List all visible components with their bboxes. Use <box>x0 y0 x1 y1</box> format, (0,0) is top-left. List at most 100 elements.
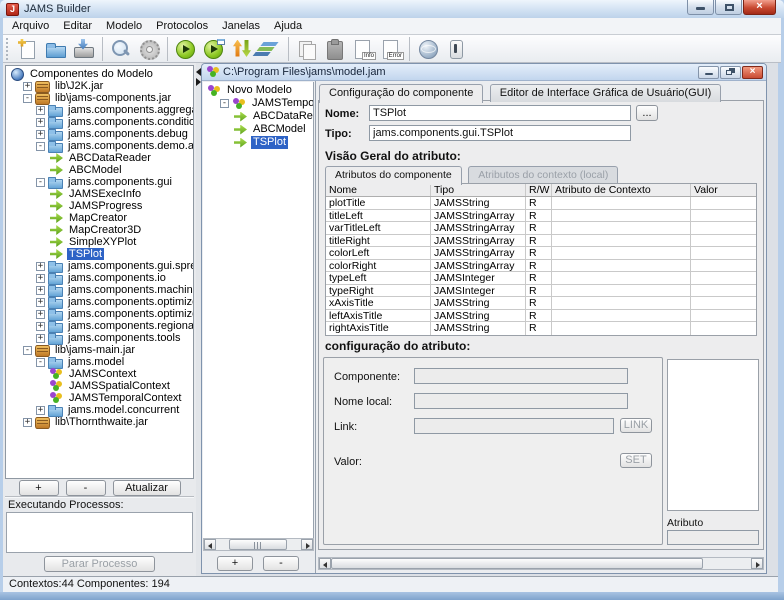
library-item-abcmodel[interactable]: ABCModel <box>6 164 193 176</box>
library-item-jams-components-demo-abc[interactable]: -jams.components.demo.abc <box>6 140 193 152</box>
value-list-box[interactable] <box>667 359 759 511</box>
browse-button[interactable]: ... <box>636 105 658 121</box>
link-field[interactable] <box>414 418 614 434</box>
refresh-button[interactable]: Atualizar <box>113 480 181 496</box>
tree-toggle-expand-icon[interactable]: + <box>36 322 45 331</box>
library-item-jams-components-regionalization[interactable]: +jams.components.regionalization <box>6 320 193 332</box>
component-field[interactable] <box>414 368 628 384</box>
close-button[interactable]: × <box>743 0 776 15</box>
tab-gui-editor[interactable]: Editor de Interface Gráfica de Usuário(G… <box>490 84 722 102</box>
library-item-jams-components-conditional[interactable]: +jams.components.conditional <box>6 116 193 128</box>
library-item-jams-components-optimizer[interactable]: +jams.components.optimizer <box>6 296 193 308</box>
library-item-jams-components-debug[interactable]: +jams.components.debug <box>6 128 193 140</box>
add-component-button[interactable]: + <box>217 556 253 571</box>
column-header-tipo[interactable]: Tipo <box>431 184 526 196</box>
stop-process-button[interactable]: Parar Processo <box>44 556 155 572</box>
remove-library-button[interactable]: - <box>66 480 106 496</box>
model-tree-hscrollbar[interactable] <box>203 538 314 551</box>
library-item-abcdatareader[interactable]: ABCDataReader <box>6 152 193 164</box>
new-model-button[interactable] <box>14 36 42 62</box>
tree-toggle-expand-icon[interactable]: + <box>36 262 45 271</box>
tree-toggle-expand-icon[interactable]: + <box>36 310 45 319</box>
library-item-jams-components-gui-spreadsheet[interactable]: +jams.components.gui.spreadsheet <box>6 260 193 272</box>
table-row[interactable]: titleLeftJAMSStringArrayR <box>326 210 756 223</box>
table-row[interactable]: xAxisTitleJAMSStringR <box>326 297 756 310</box>
model-item-tsplot[interactable]: TSPlot <box>203 136 313 149</box>
editor-minimize-button[interactable] <box>698 66 719 79</box>
tree-toggle-collapse-icon[interactable]: - <box>36 142 45 151</box>
map-layers-button[interactable] <box>256 36 284 62</box>
library-item-jamsexecinfo[interactable]: JAMSExecInfo <box>6 188 193 200</box>
menu-arquivo[interactable]: Arquivo <box>5 19 56 33</box>
run-model-button[interactable] <box>172 36 200 62</box>
save-model-button[interactable] <box>70 36 98 62</box>
library-item-jams-components-aggregate[interactable]: +jams.components.aggregate <box>6 104 193 116</box>
editor-title-bar[interactable]: C:\Program Files\jams\model.jam <box>202 64 766 81</box>
compare-button[interactable] <box>228 36 256 62</box>
tree-toggle-expand-icon[interactable]: + <box>36 286 45 295</box>
table-row[interactable]: typeRightJAMSIntegerR <box>326 285 756 298</box>
column-header-valor[interactable]: Valor <box>691 184 756 196</box>
info-log-button[interactable]: Info <box>349 36 377 62</box>
table-row[interactable]: varTitleLeftJAMSStringArrayR <box>326 222 756 235</box>
tab-component-attributes[interactable]: Atributos do componente <box>325 166 462 185</box>
library-item-mapcreator[interactable]: MapCreator <box>6 212 193 224</box>
tab-context-attributes[interactable]: Atributos do contexto (local) <box>468 166 618 184</box>
table-row[interactable]: rightAxisTitleJAMSStringR <box>326 322 756 335</box>
tree-toggle-expand-icon[interactable]: + <box>36 274 45 283</box>
tree-toggle-expand-icon[interactable]: + <box>36 406 45 415</box>
tree-toggle-expand-icon[interactable]: + <box>36 106 45 115</box>
paste-button[interactable] <box>321 36 349 62</box>
maximize-button[interactable] <box>715 0 742 15</box>
table-row[interactable]: leftAxisTitleJAMSStringR <box>326 310 756 323</box>
table-row[interactable]: typeLeftJAMSIntegerR <box>326 272 756 285</box>
settings-button[interactable] <box>135 36 163 62</box>
table-row[interactable]: plotTitleJAMSStringR <box>326 197 756 210</box>
scroll-left-arrow[interactable] <box>204 539 216 550</box>
library-item-jams-model-concurrent[interactable]: +jams.model.concurrent <box>6 404 193 416</box>
tab-component-configuration[interactable]: Configuração do componente <box>319 84 483 103</box>
tree-toggle-collapse-icon[interactable]: - <box>36 178 45 187</box>
library-item-lib-jams-components-jar[interactable]: -lib\jams-components.jar <box>6 92 193 104</box>
title-bar[interactable]: JAMS Builder <box>0 0 784 18</box>
name-field[interactable] <box>369 105 631 121</box>
library-item-jamsspatialcontext[interactable]: JAMSSpatialContext <box>6 380 193 392</box>
link-button[interactable]: LINK <box>620 418 652 433</box>
custom-attribute-field[interactable] <box>667 530 759 545</box>
library-item-jams-model[interactable]: -jams.model <box>6 356 193 368</box>
library-item-jams-components-io[interactable]: +jams.components.io <box>6 272 193 284</box>
scrollbar-thumb[interactable] <box>229 539 287 550</box>
library-item-jams-components-optimizer-gradient[interactable]: +jams.components.optimizer.gradient <box>6 308 193 320</box>
run-model-gui-button[interactable] <box>200 36 228 62</box>
local-name-field[interactable] <box>414 393 628 409</box>
library-item-jamscontext[interactable]: JAMSContext <box>6 368 193 380</box>
column-header-nome[interactable]: Nome <box>326 184 431 196</box>
table-row[interactable]: colorRightJAMSStringArrayR <box>326 260 756 273</box>
tree-toggle-expand-icon[interactable]: + <box>36 118 45 127</box>
tree-toggle-expand-icon[interactable]: + <box>36 298 45 307</box>
tree-toggle-expand-icon[interactable]: + <box>23 418 32 427</box>
error-log-button[interactable]: Error <box>377 36 405 62</box>
tree-toggle-expand-icon[interactable]: + <box>36 130 45 139</box>
tree-toggle-collapse-icon[interactable]: - <box>220 99 229 108</box>
config-hscrollbar[interactable] <box>318 557 764 570</box>
scroll-left-arrow[interactable] <box>319 558 331 569</box>
search-button[interactable] <box>107 36 135 62</box>
library-item-tsplot[interactable]: TSPlot <box>6 248 193 260</box>
remove-component-button[interactable]: - <box>263 556 299 571</box>
library-item-simplexyplot[interactable]: SimpleXYPlot <box>6 236 193 248</box>
menu-protocolos[interactable]: Protocolos <box>149 19 215 33</box>
model-item-abcmodel[interactable]: ABCModel <box>203 123 313 136</box>
library-item-lib-thornthwaite-jar[interactable]: +lib\Thornthwaite.jar <box>6 416 193 428</box>
library-item-jams-components-machinelearning[interactable]: +jams.components.machineLearning <box>6 284 193 296</box>
open-model-button[interactable] <box>42 36 70 62</box>
library-item-jamsprogress[interactable]: JAMSProgress <box>6 200 193 212</box>
tree-toggle-expand-icon[interactable]: + <box>36 334 45 343</box>
scroll-right-arrow[interactable] <box>751 558 763 569</box>
type-field[interactable] <box>369 125 631 141</box>
menu-modelo[interactable]: Modelo <box>99 19 149 33</box>
tree-toggle-collapse-icon[interactable]: - <box>36 358 45 367</box>
tree-toggle-collapse-icon[interactable]: - <box>23 94 32 103</box>
library-item-jams-components-gui[interactable]: -jams.components.gui <box>6 176 193 188</box>
menu-ajuda[interactable]: Ajuda <box>267 19 309 33</box>
